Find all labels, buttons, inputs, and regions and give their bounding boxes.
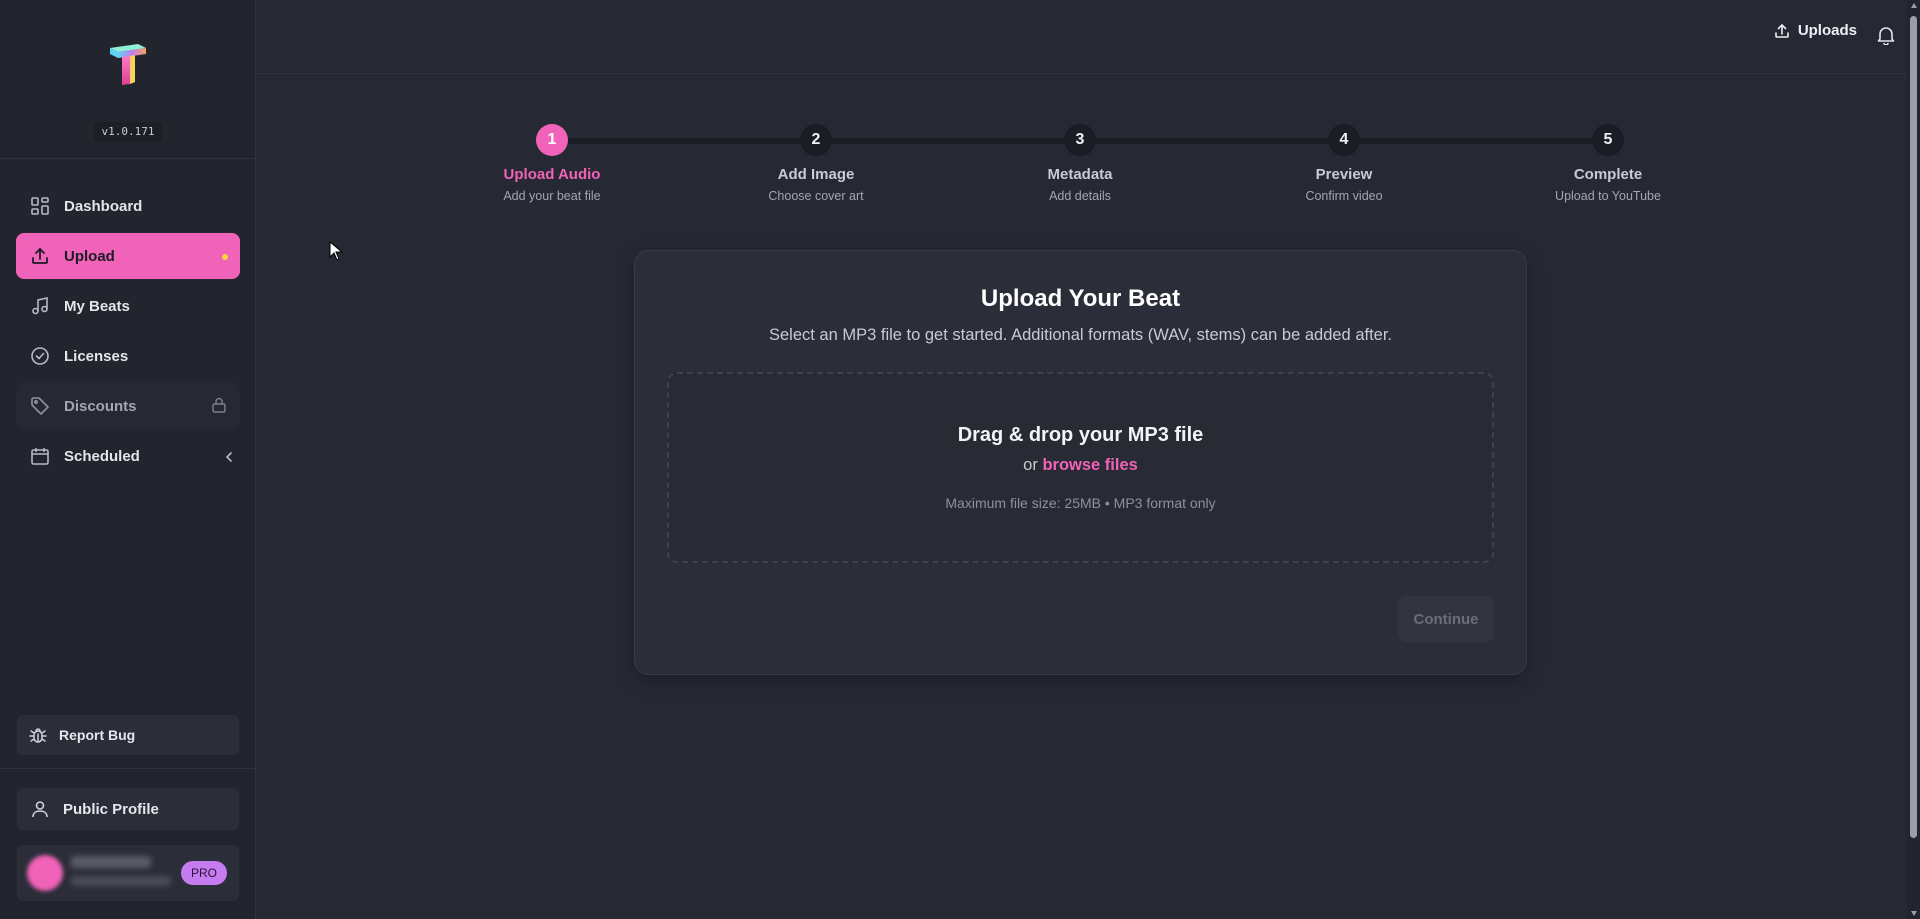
step-number: 3 [1064,124,1096,156]
public-profile-label: Public Profile [63,800,159,818]
sidebar-item-label: Discounts [64,397,137,415]
lock-icon [212,397,226,417]
notification-dot [222,254,228,260]
sidebar-item-label: Upload [64,247,115,265]
report-bug-button[interactable]: Report Bug [17,715,239,755]
step-title: Metadata [1047,166,1113,183]
sidebar-item-label: Licenses [64,347,129,365]
step-complete: 5 Complete Upload to YouTube [1528,124,1688,203]
file-dropzone[interactable]: Drag & drop your MP3 file or browse file… [667,372,1494,563]
user-icon [31,800,49,818]
step-title: Upload Audio [503,166,601,183]
sidebar-item-scheduled[interactable]: Scheduled [16,433,240,479]
tag-icon [30,396,50,416]
card-title: Upload Your Beat [980,285,1181,312]
dropzone-hint: Maximum file size: 25MB • MP3 format onl… [945,495,1216,511]
sidebar-item-label: Scheduled [64,447,140,465]
sidebar-item-upload[interactable]: Upload [16,233,240,279]
scroll-thumb[interactable] [1910,16,1917,838]
step-number: 4 [1328,124,1360,156]
scroll-up-arrow-icon[interactable] [1911,3,1917,8]
user-name-blurred [71,856,151,868]
music-note-icon [30,296,50,316]
user-email-blurred [71,876,171,886]
sidebar-item-label: Dashboard [64,197,143,215]
step-subtitle: Add your beat file [503,189,601,203]
pro-badge: PRO [180,861,227,885]
upload-icon [1774,23,1790,39]
step-subtitle: Add details [1049,189,1111,203]
scroll-down-arrow-icon[interactable] [1911,911,1917,916]
sidebar-item-label: My Beats [64,297,130,315]
step-number: 2 [800,124,832,156]
user-card[interactable]: PRO [17,845,239,901]
bug-icon [29,726,47,744]
topbar: Uploads [257,0,1907,74]
logo-area: v1.0.171 [0,0,256,159]
step-metadata: 3 Metadata Add details [1000,124,1160,203]
step-title: Complete [1573,166,1643,183]
step-preview: 4 Preview Confirm video [1264,124,1424,203]
step-subtitle: Upload to YouTube [1555,189,1661,203]
app-version: v1.0.171 [94,122,162,142]
check-circle-icon [30,346,50,366]
dropzone-or: or [1023,456,1038,474]
step-title: Add Image [777,166,855,183]
sidebar-divider [0,768,256,769]
step-number: 5 [1592,124,1624,156]
upload-stepper: 1 Upload Audio Add your beat file 2 Add … [472,124,1661,224]
page-scrollbar[interactable] [1907,0,1920,919]
public-profile-button[interactable]: Public Profile [17,788,239,830]
uploads-label: Uploads [1797,22,1857,39]
sidebar: v1.0.171 Dashboard Upload My Beats Licen… [0,0,256,919]
sidebar-item-licenses[interactable]: Licenses [16,333,240,379]
sidebar-item-dashboard[interactable]: Dashboard [16,183,240,229]
step-upload-audio: 1 Upload Audio Add your beat file [472,124,632,203]
mouse-cursor-icon [329,241,343,261]
calendar-icon [30,446,50,466]
card-subtitle: Select an MP3 file to get started. Addit… [768,326,1393,344]
avatar [27,855,63,891]
report-bug-label: Report Bug [59,727,136,743]
step-subtitle: Confirm video [1305,189,1383,203]
dropzone-title: Drag & drop your MP3 file [957,424,1204,446]
dashboard-icon [30,196,50,216]
step-number: 1 [536,124,568,156]
step-add-image: 2 Add Image Choose cover art [736,124,896,203]
bell-icon[interactable] [1876,25,1896,50]
step-subtitle: Choose cover art [768,189,864,203]
app-logo[interactable] [108,42,148,86]
dropzone-or-line: or browse files [669,456,1492,475]
uploads-button[interactable]: Uploads [1774,22,1857,39]
chevron-left-icon[interactable] [224,450,234,467]
sidebar-item-discounts[interactable]: Discounts [16,383,240,429]
upload-icon [30,246,50,266]
sidebar-nav: Dashboard Upload My Beats Licenses Disco… [16,183,240,483]
continue-button[interactable]: Continue [1398,596,1494,642]
step-title: Preview [1315,166,1373,183]
sidebar-item-my-beats[interactable]: My Beats [16,283,240,329]
upload-card: Upload Your Beat Select an MP3 file to g… [634,250,1527,675]
browse-files-link[interactable]: browse files [1042,456,1137,474]
